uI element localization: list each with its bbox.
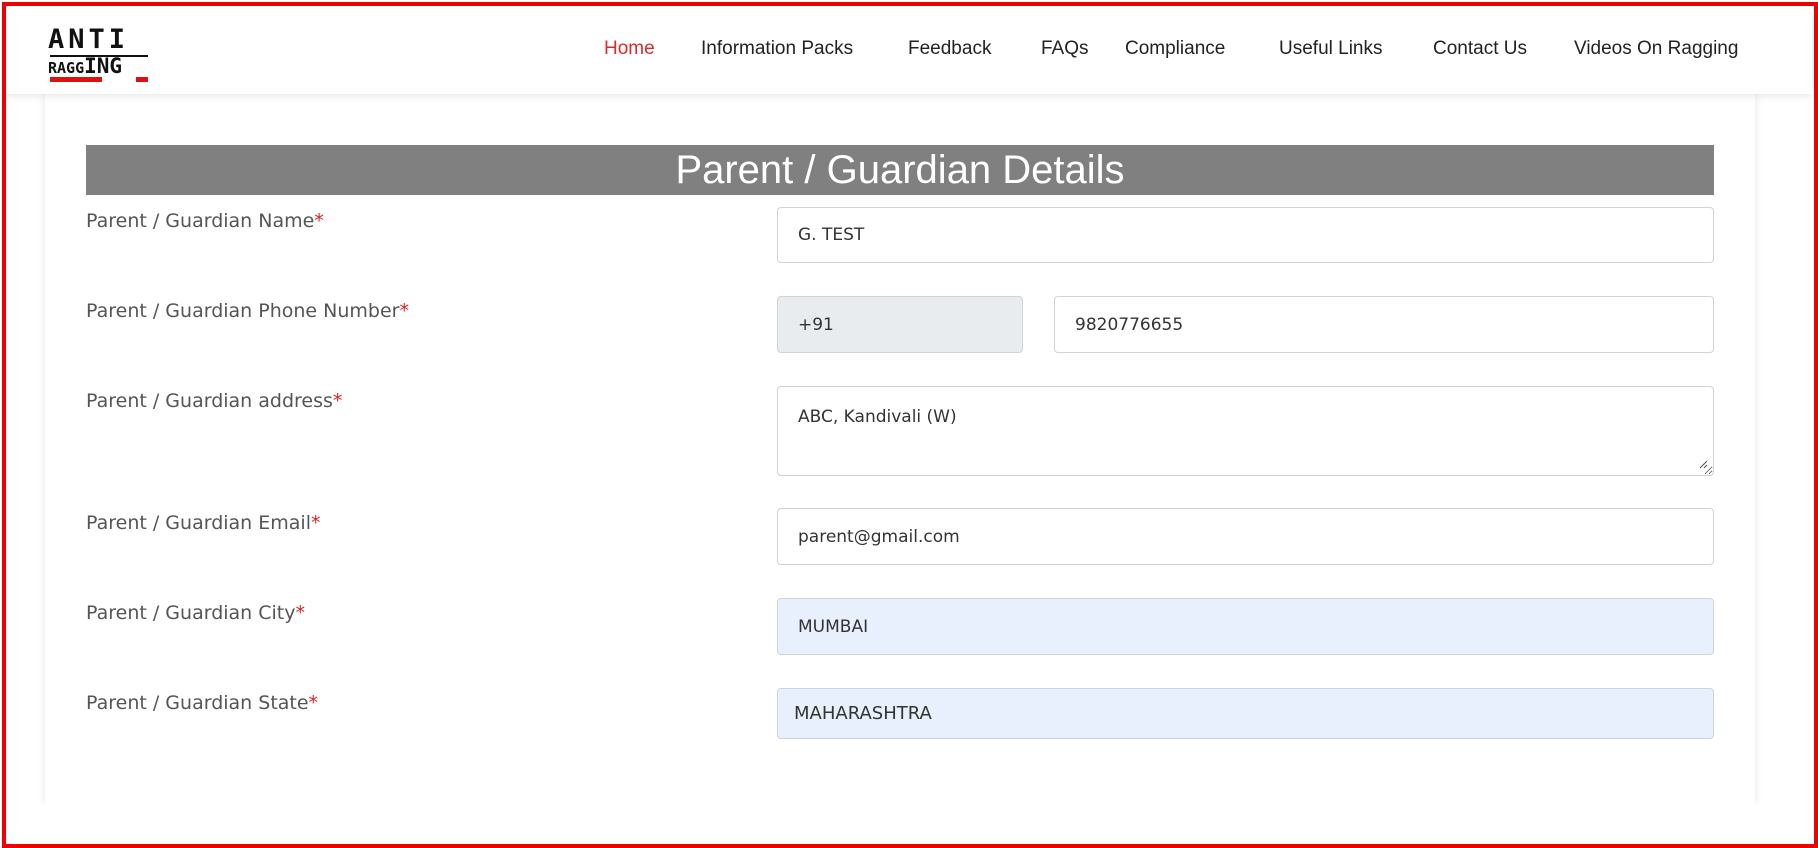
main-navigation: Home Information Packs Feedback FAQs Com… xyxy=(6,38,1812,68)
required-asterisk: * xyxy=(308,692,319,714)
required-asterisk: * xyxy=(399,300,409,322)
required-asterisk: * xyxy=(310,512,321,534)
phone-country-code xyxy=(777,296,1023,353)
parent-address-label: Parent / Guardian address* xyxy=(86,390,342,412)
nav-faqs[interactable]: FAQs xyxy=(1041,38,1089,60)
parent-city-label: Parent / Guardian City* xyxy=(86,602,305,624)
parent-city-label-text: Parent / Guardian City xyxy=(86,602,296,624)
nav-home[interactable]: Home xyxy=(604,38,655,60)
parent-city-input[interactable] xyxy=(777,598,1714,655)
parent-name-label: Parent / Guardian Name* xyxy=(86,210,324,232)
parent-name-input[interactable] xyxy=(777,207,1714,263)
parent-name-label-text: Parent / Guardian Name xyxy=(86,210,315,232)
nav-feedback[interactable]: Feedback xyxy=(908,38,991,60)
logo-red-bar-right xyxy=(136,77,148,82)
parent-address-label-text: Parent / Guardian address xyxy=(86,390,333,412)
parent-state-label: Parent / Guardian State* xyxy=(86,692,318,714)
required-asterisk: * xyxy=(314,210,324,232)
parent-email-label: Parent / Guardian Email* xyxy=(86,512,320,534)
parent-phone-input[interactable] xyxy=(1054,296,1714,353)
nav-videos-on-ragging[interactable]: Videos On Ragging xyxy=(1574,38,1738,60)
page-bottom-area xyxy=(6,804,1812,840)
parent-state-label-text: Parent / Guardian State xyxy=(86,692,309,714)
parent-state-input[interactable] xyxy=(777,688,1714,739)
parent-phone-label: Parent / Guardian Phone Number* xyxy=(86,300,409,322)
parent-address-textarea[interactable]: ABC, Kandivali (W) xyxy=(777,386,1714,476)
required-asterisk: * xyxy=(332,390,343,412)
parent-email-label-text: Parent / Guardian Email xyxy=(86,512,311,534)
parent-email-input[interactable] xyxy=(777,508,1714,565)
nav-compliance[interactable]: Compliance xyxy=(1125,38,1225,60)
site-header: ANTI RAGGING Home Information Packs Feed… xyxy=(6,6,1812,94)
required-asterisk: * xyxy=(295,602,306,624)
nav-contact-us[interactable]: Contact Us xyxy=(1433,38,1527,60)
textarea-resize-handle-icon[interactable] xyxy=(1698,459,1708,469)
nav-useful-links[interactable]: Useful Links xyxy=(1279,38,1383,60)
logo-red-bar-left xyxy=(50,77,102,82)
parent-phone-label-text: Parent / Guardian Phone Number xyxy=(86,300,400,322)
nav-information-packs[interactable]: Information Packs xyxy=(701,38,853,60)
section-title: Parent / Guardian Details xyxy=(86,145,1714,195)
